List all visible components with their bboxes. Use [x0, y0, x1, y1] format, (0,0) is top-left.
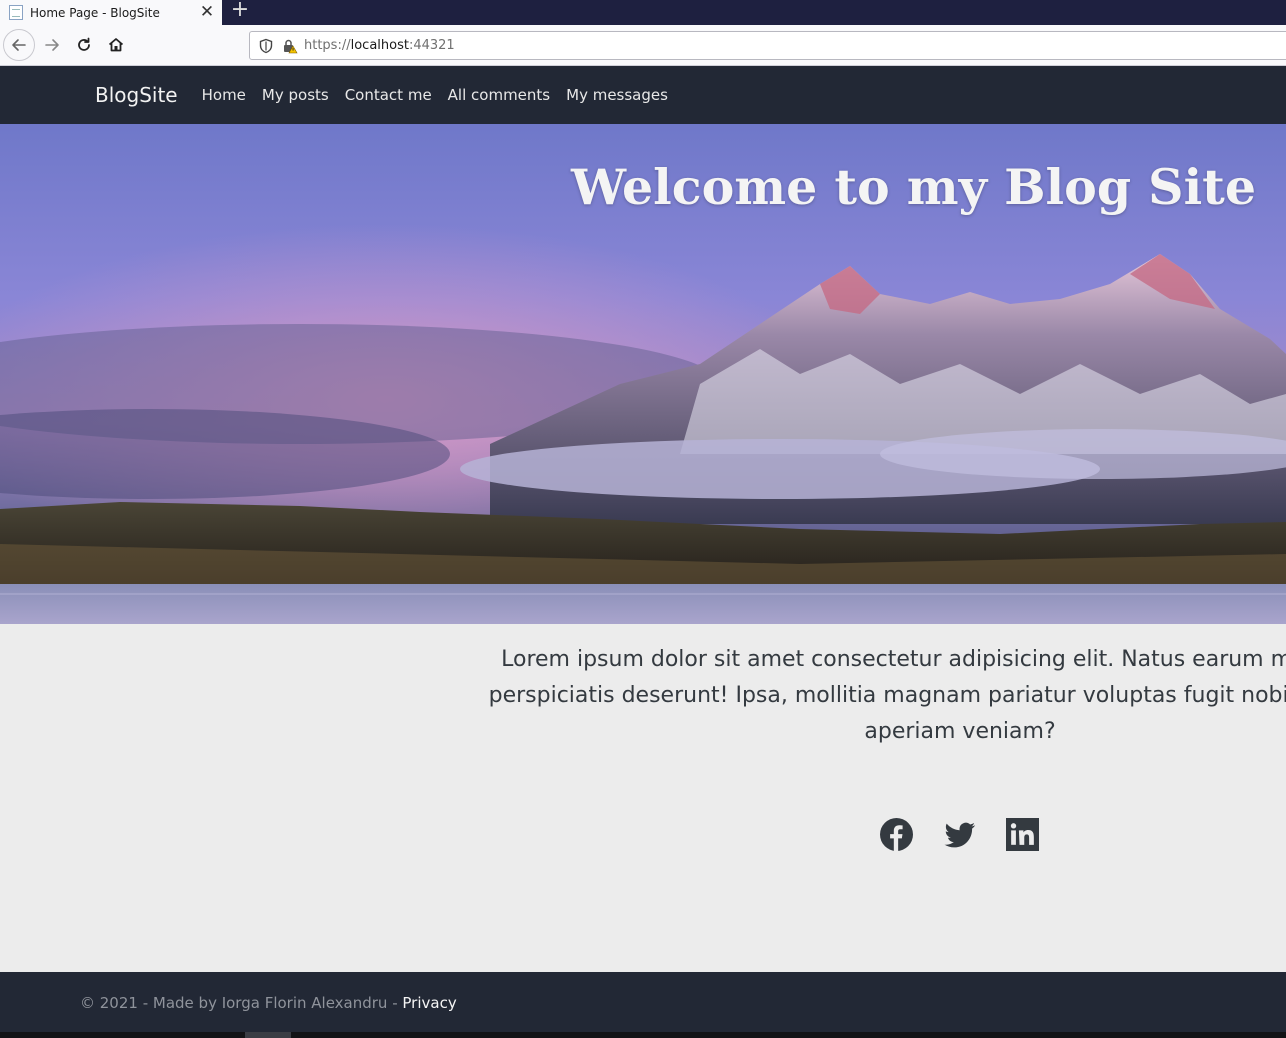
copyright-text: © 2021 - Made by Iorga Florin Alexandru … — [80, 994, 403, 1012]
nav-link-my-messages[interactable]: My messages — [566, 86, 668, 104]
intro-line-1: Lorem ipsum dolor sit amet consectetur a… — [501, 647, 1286, 672]
arrow-left-icon — [12, 39, 26, 51]
tracking-shield-icon[interactable] — [258, 38, 274, 54]
home-icon — [108, 38, 124, 52]
url-port: :44321 — [408, 38, 455, 53]
brand-link[interactable]: BlogSite — [95, 83, 178, 107]
close-tab-icon[interactable]: ✕ — [196, 0, 218, 25]
nav-link-all-comments[interactable]: All comments — [448, 86, 550, 104]
nav-link-home[interactable]: Home — [202, 86, 246, 104]
intro-line-2: perspiciatis deserunt! Ipsa, mollitia ma… — [488, 683, 1286, 708]
forward-button[interactable] — [37, 30, 67, 60]
browser-tab[interactable]: Home Page - BlogSite ✕ — [0, 0, 222, 25]
linkedin-icon[interactable] — [1006, 818, 1039, 851]
arrow-right-icon — [45, 39, 59, 51]
twitter-icon[interactable] — [943, 818, 976, 851]
insecure-lock-icon[interactable] — [282, 38, 298, 54]
new-tab-button[interactable]: + — [227, 0, 253, 25]
nav-link-contact-me[interactable]: Contact me — [345, 86, 432, 104]
url-scheme: https:// — [304, 38, 351, 53]
footer-text: © 2021 - Made by Iorga Florin Alexandru … — [80, 994, 457, 1012]
privacy-link[interactable]: Privacy — [402, 994, 456, 1012]
reload-button[interactable] — [69, 30, 99, 60]
tab-title: Home Page - BlogSite — [30, 5, 160, 20]
back-button[interactable] — [3, 29, 35, 61]
intro-line-3: aperiam veniam? — [864, 719, 1056, 744]
site-footer: © 2021 - Made by Iorga Florin Alexandru … — [0, 972, 1286, 1032]
facebook-icon[interactable] — [880, 818, 913, 851]
address-bar[interactable]: https://localhost:44321 — [249, 31, 1286, 60]
bottom-strip — [0, 1032, 1286, 1038]
scrollbar-thumb[interactable] — [245, 1032, 291, 1038]
reload-icon — [78, 37, 90, 51]
nav-link-my-posts[interactable]: My posts — [262, 86, 329, 104]
browser-tab-bar: Home Page - BlogSite ✕ + — [0, 0, 1286, 25]
url-host: localhost — [350, 38, 409, 53]
site-navbar: BlogSite Home My posts Contact me All co… — [0, 66, 1286, 124]
hero-banner: Welcome to my Blog Site — [0, 124, 1286, 624]
page-favicon-icon — [9, 5, 23, 20]
intro-paragraph: Lorem ipsum dolor sit amet consectetur a… — [390, 642, 1286, 750]
browser-toolbar: https://localhost:44321 — [0, 25, 1286, 66]
home-button[interactable] — [101, 30, 131, 60]
hero-title: Welcome to my Blog Site — [570, 158, 1256, 216]
main-content: Lorem ipsum dolor sit amet consectetur a… — [0, 624, 1286, 972]
social-links — [880, 818, 1039, 851]
url-text: https://localhost:44321 — [304, 38, 455, 53]
